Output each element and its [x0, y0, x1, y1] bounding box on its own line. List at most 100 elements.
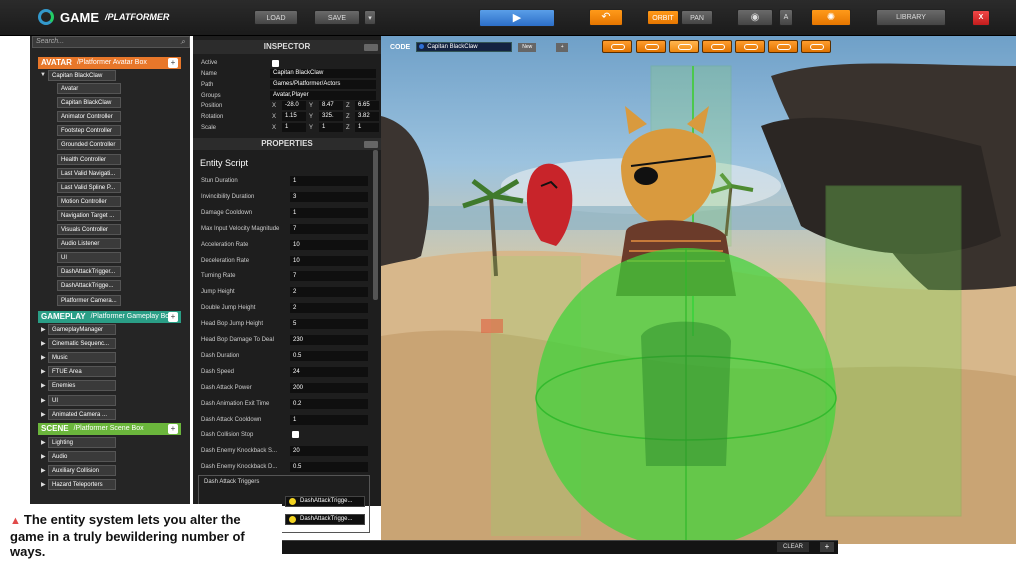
property-value-field[interactable]: 200 — [290, 382, 368, 393]
play-button[interactable]: ▶ — [479, 9, 555, 27]
property-value-field[interactable]: 10 — [290, 239, 368, 250]
load-button[interactable]: LOAD — [254, 10, 298, 25]
property-value-field[interactable]: 2 — [290, 303, 368, 314]
avatar-group-header[interactable]: AVATAR /Platformer Avatar Box + — [38, 57, 181, 69]
property-value-field[interactable]: 10 — [290, 255, 368, 266]
tool-snap-button[interactable] — [735, 40, 765, 53]
property-value-field[interactable]: 5 — [290, 319, 368, 330]
search-input[interactable]: Search... ⌕ — [32, 36, 190, 48]
tree-node[interactable]: Platformer Camera... — [57, 294, 121, 306]
tool-camera-button[interactable] — [702, 40, 732, 53]
expand-arrow-icon[interactable]: ▶ — [41, 326, 46, 333]
tree-node[interactable]: Auxiliary Collision — [48, 465, 116, 477]
property-value-field[interactable]: 0.5 — [290, 462, 368, 473]
expand-arrow-icon[interactable]: ▶ — [41, 467, 46, 474]
tool-scale-button[interactable] — [669, 40, 699, 53]
console-clear-button[interactable]: CLEAR — [777, 542, 809, 552]
expand-arrow-icon[interactable]: ▶ — [41, 453, 46, 460]
pan-button[interactable]: PAN — [681, 10, 713, 25]
tree-node[interactable]: Health Controller — [57, 153, 121, 165]
tree-node[interactable]: Last Valid Spline P... — [57, 181, 121, 193]
tree-node[interactable]: Lighting — [48, 437, 116, 448]
trigger-slot-2[interactable]: DashAttackTrigge... — [285, 514, 365, 525]
tree-node[interactable]: Hazard Teleporters — [48, 479, 116, 491]
trigger-slot-1[interactable]: DashAttackTrigge... — [285, 496, 365, 507]
tree-node[interactable]: Motion Controller — [57, 195, 121, 207]
name-field[interactable]: Capitan BlackClaw — [270, 69, 376, 78]
add-icon[interactable]: + — [168, 424, 178, 434]
tree-node[interactable]: Last Valid Navigati... — [57, 167, 121, 179]
tree-node[interactable]: Audio — [48, 451, 116, 463]
property-value-field[interactable]: 20 — [290, 446, 368, 457]
expand-arrow-icon[interactable]: ▶ — [41, 340, 46, 347]
scene-group-header[interactable]: SCENE /Platformer Scene Box + — [38, 423, 181, 435]
code-add-button[interactable]: + — [556, 42, 569, 52]
property-value-field[interactable]: 1 — [290, 414, 368, 425]
close-button[interactable]: X — [972, 10, 990, 26]
tree-node[interactable]: Audio Listener — [57, 238, 121, 250]
tree-node[interactable]: GameplayManager — [48, 324, 116, 335]
expand-arrow-icon[interactable]: ▶ — [41, 411, 46, 418]
property-value-field[interactable]: 24 — [290, 366, 368, 377]
expand-arrow-icon[interactable]: ▶ — [41, 354, 46, 361]
tool-light-button[interactable] — [768, 40, 798, 53]
properties-scrollbar[interactable] — [373, 150, 378, 300]
expand-arrow-icon[interactable]: ▶ — [41, 481, 46, 488]
tree-node[interactable]: Cinematic Sequenc... — [48, 338, 116, 350]
tool-timer-button[interactable] — [801, 40, 831, 53]
property-value-field[interactable]: 0.5 — [290, 350, 368, 361]
property-value-field[interactable]: 1 — [290, 176, 368, 186]
rotation-z-field[interactable]: 3.82 — [355, 112, 379, 121]
expand-arrow-icon[interactable]: ▶ — [41, 397, 46, 404]
active-checkbox[interactable] — [272, 60, 279, 67]
property-value-field[interactable]: 7 — [290, 271, 368, 282]
tree-node[interactable]: DashAttackTrigger... — [57, 266, 121, 278]
property-value-field[interactable]: 2 — [290, 287, 368, 298]
tree-node[interactable]: Enemies — [48, 380, 116, 392]
property-value-field[interactable]: 0.2 — [290, 398, 368, 409]
tree-node[interactable]: Grounded Controller — [57, 139, 121, 151]
code-target-select[interactable]: Capitan BlackClaw — [416, 42, 513, 52]
scale-z-field[interactable]: 1 — [355, 123, 379, 132]
undo-button[interactable]: ↶ — [589, 9, 623, 26]
expand-arrow-icon[interactable]: ▶ — [41, 439, 46, 446]
library-button[interactable]: LIBRARY — [876, 9, 946, 26]
tree-node[interactable]: Avatar — [57, 83, 121, 94]
property-value-field[interactable]: 7 — [290, 223, 368, 234]
console-add-button[interactable]: + — [820, 542, 834, 552]
tree-node[interactable]: FTUE Area — [48, 366, 116, 378]
tree-node[interactable]: Animator Controller — [57, 111, 121, 123]
tree-node[interactable]: Capitan BlackClaw — [57, 97, 121, 109]
tree-node[interactable]: Footstep Controller — [57, 125, 121, 137]
view-toggle-button[interactable]: ◉ — [737, 9, 773, 26]
tree-node[interactable]: DashAttackTrigge... — [57, 280, 121, 292]
tool-move-button[interactable] — [602, 40, 632, 53]
inspector-collapse-button[interactable] — [364, 44, 378, 51]
code-new-button[interactable]: New — [518, 42, 537, 52]
scene-viewport[interactable] — [381, 36, 1016, 544]
gameplay-group-header[interactable]: GAMEPLAY /Platformer Gameplay Box + — [38, 311, 181, 323]
expand-arrow-icon[interactable]: ▼ — [40, 72, 46, 78]
save-button[interactable]: SAVE — [314, 10, 360, 25]
position-z-field[interactable]: 6.65 — [355, 101, 379, 110]
a-button[interactable]: A — [779, 9, 793, 26]
tree-node[interactable]: Music — [48, 352, 116, 364]
orbit-button[interactable]: ORBIT — [647, 10, 679, 25]
tree-node[interactable]: UI — [48, 394, 116, 406]
groups-field[interactable]: Avatar,Player — [270, 91, 376, 100]
position-x-field[interactable]: -28.0 — [282, 101, 306, 110]
tree-node[interactable]: Animated Camera ... — [48, 408, 116, 420]
tree-node[interactable]: Navigation Target ... — [57, 209, 121, 221]
path-field[interactable]: Games/Platformer/Actors — [270, 80, 376, 89]
property-value-field[interactable]: 3 — [290, 191, 368, 202]
rotation-y-field[interactable]: 325. — [319, 112, 343, 121]
expand-arrow-icon[interactable]: ▶ — [41, 382, 46, 389]
rotation-x-field[interactable]: 1.15 — [282, 112, 306, 121]
scale-x-field[interactable]: 1 — [282, 123, 306, 132]
tree-node[interactable]: Visuals Controller — [57, 224, 121, 235]
property-value-field[interactable]: 230 — [290, 335, 368, 345]
add-icon[interactable]: + — [168, 58, 178, 68]
save-options-button[interactable]: ▾ — [364, 10, 376, 25]
add-icon[interactable]: + — [168, 312, 178, 322]
light-toggle-button[interactable]: ✺ — [811, 9, 851, 26]
